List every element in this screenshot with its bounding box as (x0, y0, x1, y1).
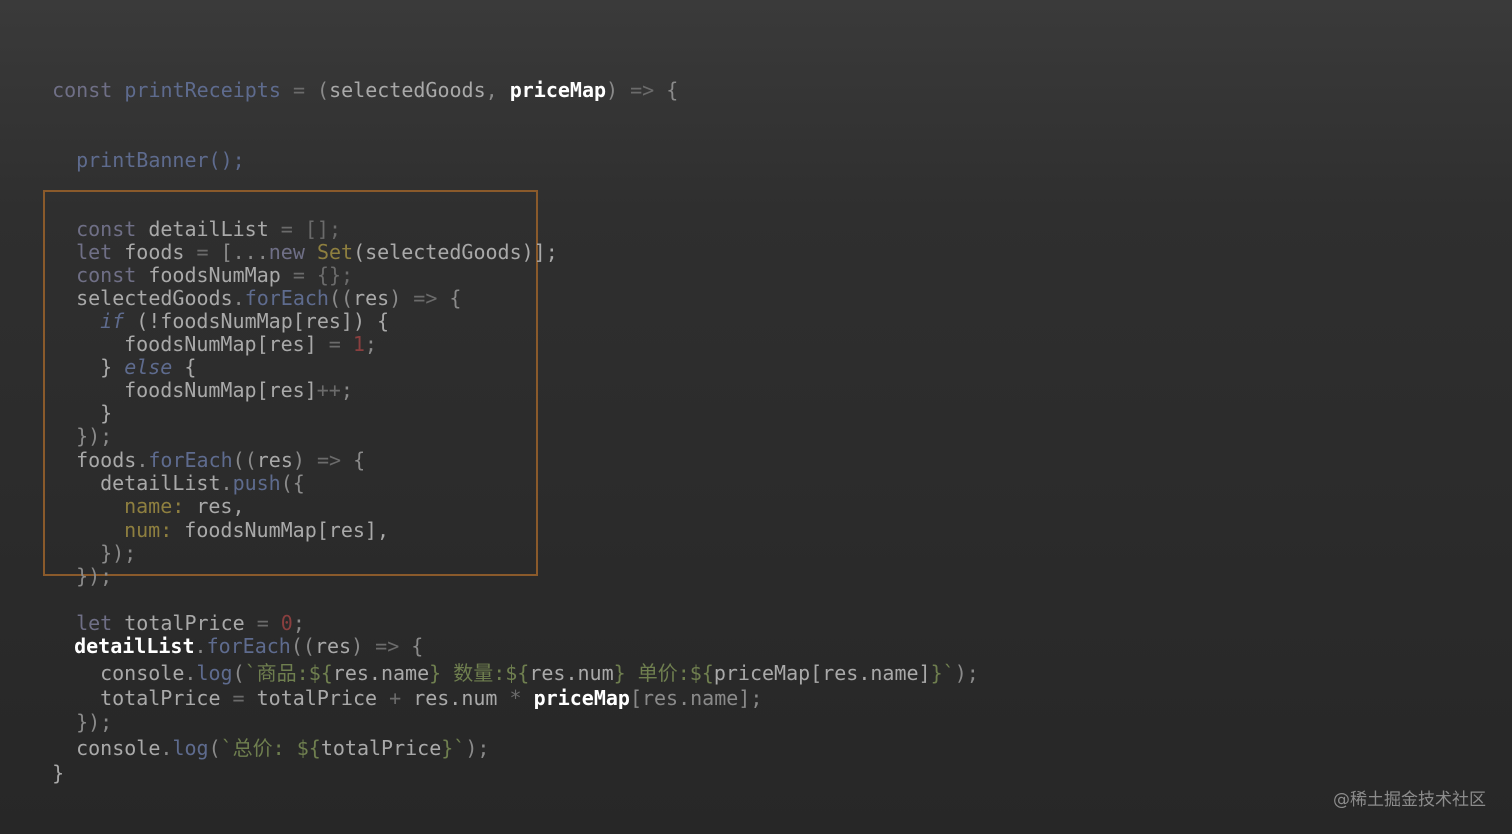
token: + (377, 686, 414, 710)
token: console (76, 736, 161, 760)
code-line-1: const printReceipts = (selectedGoods, pr… (28, 54, 678, 102)
token: foodsNumMap[res] (124, 378, 317, 402)
token: ); (465, 736, 490, 760)
token: selectedGoods (329, 78, 486, 102)
highlighted-identifier: priceMap (533, 686, 630, 710)
token: => (304, 448, 354, 472)
token: ({ (280, 471, 305, 495)
token: [res.name]; (629, 686, 763, 710)
token: ) (389, 286, 402, 310)
token: ; (364, 332, 377, 356)
token: totalPrice (256, 686, 378, 710)
token: (); (208, 148, 245, 172)
token: printBanner (76, 148, 209, 172)
token: ( (317, 78, 330, 102)
token: printReceipts (124, 78, 281, 102)
highlighted-param: priceMap (509, 78, 607, 102)
token: `总价: ${ (220, 736, 321, 760)
token: totalPrice (100, 686, 221, 710)
code-line-18: }); (52, 540, 112, 588)
token: ); (954, 661, 979, 685)
token: => (618, 78, 667, 102)
token: foodsNumMap[res], (172, 518, 390, 542)
token: = (280, 78, 318, 102)
code-line-10: foodsNumMap[res]++; (100, 354, 353, 402)
token: => (401, 286, 450, 310)
token: ( (208, 736, 221, 760)
token: res.num (413, 686, 498, 710)
token: ) (606, 78, 619, 102)
token: 1 (352, 332, 365, 356)
token: (selectedGoods)]; (353, 240, 558, 264)
code-line-2: printBanner(); (52, 124, 245, 172)
token: = (220, 686, 257, 710)
token: = (316, 332, 353, 356)
watermark: @稀土掘金技术社区 (1333, 790, 1486, 810)
code-line-25: } (28, 737, 64, 785)
token: * (497, 686, 534, 710)
token: log (172, 736, 209, 760)
token: const (52, 78, 113, 102)
token: { (666, 78, 679, 102)
token: , (485, 78, 510, 102)
token: { (353, 448, 366, 472)
token: } (52, 761, 65, 785)
code-line-16: num: foodsNumMap[res], (100, 494, 389, 542)
token: ; (340, 378, 353, 402)
token: . (160, 736, 173, 760)
token: }); (76, 564, 113, 588)
code-line-22: totalPrice = totalPrice + res.num * pric… (76, 662, 762, 710)
token: ++ (316, 378, 341, 402)
token: }` (930, 661, 955, 685)
token: }` (441, 736, 466, 760)
token: { (449, 286, 462, 310)
token: totalPrice (320, 736, 442, 760)
code-line-24: console.log(`总价: ${totalPrice}`); (52, 712, 489, 760)
